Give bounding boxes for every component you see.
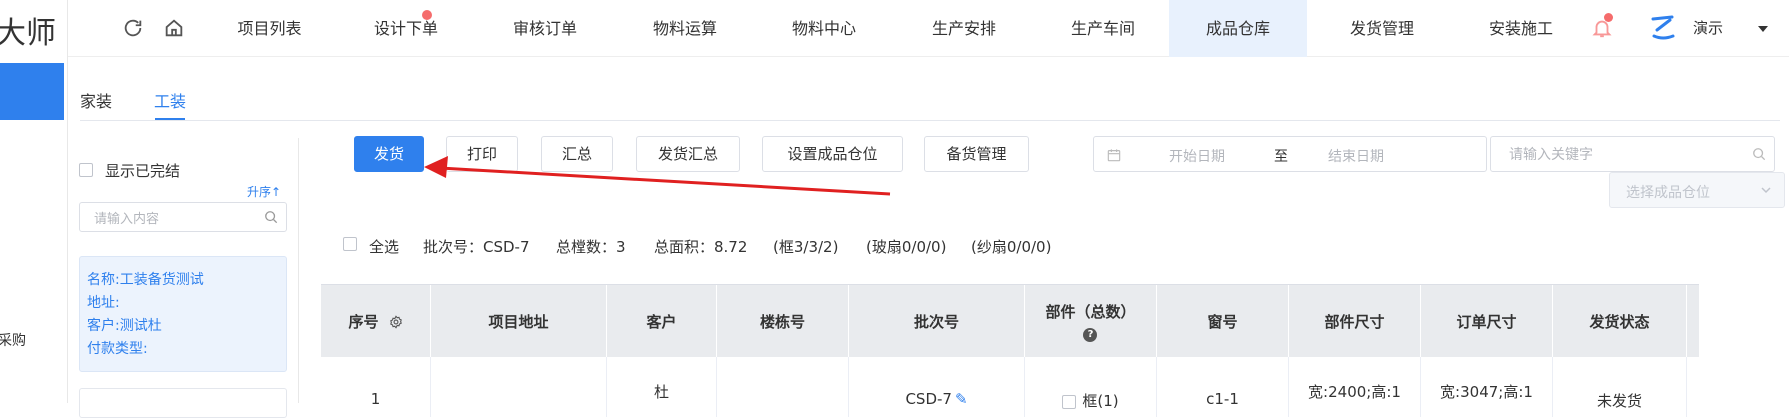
nav-item-workshop[interactable]: 生产车间 — [1040, 0, 1166, 57]
summary-button[interactable]: 汇总 — [541, 136, 613, 172]
tab-home-decoration[interactable]: 家装 — [80, 88, 112, 112]
column-header-part-size: 部件尺寸 — [1289, 285, 1421, 358]
keyword-search-input[interactable]: 请输入关键字 — [1490, 136, 1775, 172]
cell-window-no: c1-1 — [1157, 357, 1289, 417]
edit-icon[interactable]: ✎ — [955, 390, 968, 408]
column-header-batch: 批次号 — [849, 285, 1025, 358]
settings-gear-icon[interactable] — [389, 314, 403, 329]
tab-divider — [80, 120, 1780, 121]
cell-building — [717, 357, 849, 417]
tab-commercial[interactable]: 工装 — [154, 88, 186, 112]
calendar-icon — [1107, 149, 1121, 162]
tab-active-underline — [155, 118, 185, 120]
bell-badge-dot — [1604, 13, 1613, 22]
project-card-customer: 客户:测试杜 — [87, 318, 162, 334]
frame-count: (框3/3/2) — [773, 238, 839, 256]
brand-logo-text: 大师 — [0, 16, 56, 51]
table-row[interactable]: 1 — [321, 357, 431, 417]
caret-down-icon[interactable] — [1758, 25, 1768, 33]
sidebar-item-purchase[interactable]: 采购 — [0, 330, 26, 350]
cell-ship-status: 未发货 — [1553, 357, 1687, 417]
search-icon[interactable] — [264, 210, 278, 224]
stock-manage-button[interactable]: 备货管理 — [924, 136, 1029, 172]
column-header-building: 楼栋号 — [717, 285, 849, 358]
date-range-picker[interactable]: 开始日期 至 结束日期 — [1093, 136, 1487, 172]
project-card[interactable]: 名称:工装备货测试 地址: 客户:测试杜 付款类型: — [79, 256, 287, 372]
ship-button[interactable]: 发货 — [354, 136, 424, 172]
column-header-customer: 客户 — [607, 285, 717, 358]
part-checkbox[interactable] — [1062, 394, 1077, 409]
project-card[interactable] — [79, 388, 287, 418]
user-name[interactable]: 演示 — [1688, 0, 1728, 57]
table-body: 1 杜 CSD-7 ✎ 框(1) c1-1 宽:2400;高:1 宽:3047;高… — [321, 357, 1699, 417]
column-header-order-size: 订单尺寸 — [1421, 285, 1553, 358]
column-header-window-no: 窗号 — [1157, 285, 1289, 358]
project-card-payment: 付款类型: — [87, 341, 148, 357]
cell-order-size: 宽:3047;高:1 — [1421, 357, 1553, 417]
project-card-address: 地址: — [87, 295, 120, 311]
chevron-down-icon — [1761, 187, 1771, 194]
column-header-ship-status: 发货状态 — [1553, 285, 1687, 358]
refresh-icon[interactable] — [122, 17, 144, 39]
total-area: 总面积：8.72 — [654, 238, 748, 256]
show-completed-checkbox[interactable] — [79, 163, 93, 177]
column-header-parts: 部件（总数） ? — [1025, 285, 1157, 358]
ship-summary-button[interactable]: 发货汇总 — [636, 136, 740, 172]
help-icon[interactable]: ? — [1083, 328, 1098, 342]
nav-item-installation[interactable]: 安装施工 — [1458, 0, 1584, 57]
select-all-checkbox[interactable] — [343, 237, 357, 251]
end-date-input[interactable]: 结束日期 — [1328, 146, 1384, 166]
print-button[interactable]: 打印 — [446, 136, 518, 172]
show-completed-label: 显示已完结 — [105, 162, 181, 180]
column-header-address: 项目地址 — [431, 285, 607, 358]
nav-item-material-center[interactable]: 物料中心 — [761, 0, 887, 57]
search-icon[interactable] — [1752, 147, 1766, 161]
nav-item-finished-warehouse[interactable]: 成品仓库 — [1169, 0, 1307, 57]
set-location-button[interactable]: 设置成品仓位 — [762, 136, 903, 172]
filter-search-input[interactable]: 请输入内容 — [79, 202, 287, 232]
cell-customer: 杜 — [607, 357, 717, 417]
glass-sash-count: (玻扇0/0/0) — [866, 238, 947, 256]
cell-address — [431, 357, 607, 417]
table-header: 序号 项目地址 客户 楼栋号 批次号 部件（总数） ? 窗号 部件尺寸 订单尺寸… — [321, 284, 1699, 358]
home-icon[interactable] — [163, 17, 185, 39]
nav-item-shipping[interactable]: 发货管理 — [1319, 0, 1445, 57]
nav-item-production-plan[interactable]: 生产安排 — [901, 0, 1027, 57]
user-avatar-logo[interactable] — [1650, 14, 1676, 42]
sidebar: 大师 采购 — [0, 0, 68, 403]
nav-item-project-list[interactable]: 项目列表 — [206, 0, 333, 57]
date-separator: 至 — [1274, 149, 1288, 165]
total-floors: 总樘数：3 — [556, 238, 626, 256]
cell-part-size: 宽:2400;高:1 — [1289, 357, 1421, 417]
column-header-index[interactable]: 序号 — [321, 285, 431, 358]
batch-number: 批次号：CSD-7 — [423, 238, 530, 256]
screen-sash-count: (纱扇0/0/0) — [971, 238, 1052, 256]
nav-item-review-order[interactable]: 审核订单 — [482, 0, 608, 57]
notification-dot — [422, 10, 432, 20]
sort-asc-toggle[interactable]: 升序↑ — [247, 183, 281, 200]
sidebar-active-item[interactable] — [0, 63, 64, 120]
cell-parts: 框(1) — [1025, 357, 1157, 417]
select-all-label: 全选 — [369, 238, 400, 256]
select-location-dropdown[interactable]: 选择成品仓位 — [1609, 172, 1785, 208]
top-nav: 项目列表 设计下单 审核订单 物料运算 物料中心 生产安排 生产车间 成品仓库 … — [68, 0, 1789, 57]
nav-item-material-calc[interactable]: 物料运算 — [622, 0, 748, 57]
cell-batch: CSD-7 ✎ — [849, 357, 1025, 417]
project-card-name: 名称:工装备货测试 — [87, 272, 204, 288]
panel-divider — [298, 138, 299, 403]
start-date-input[interactable]: 开始日期 — [1169, 146, 1225, 166]
nav-item-design-order[interactable]: 设计下单 — [343, 0, 469, 57]
